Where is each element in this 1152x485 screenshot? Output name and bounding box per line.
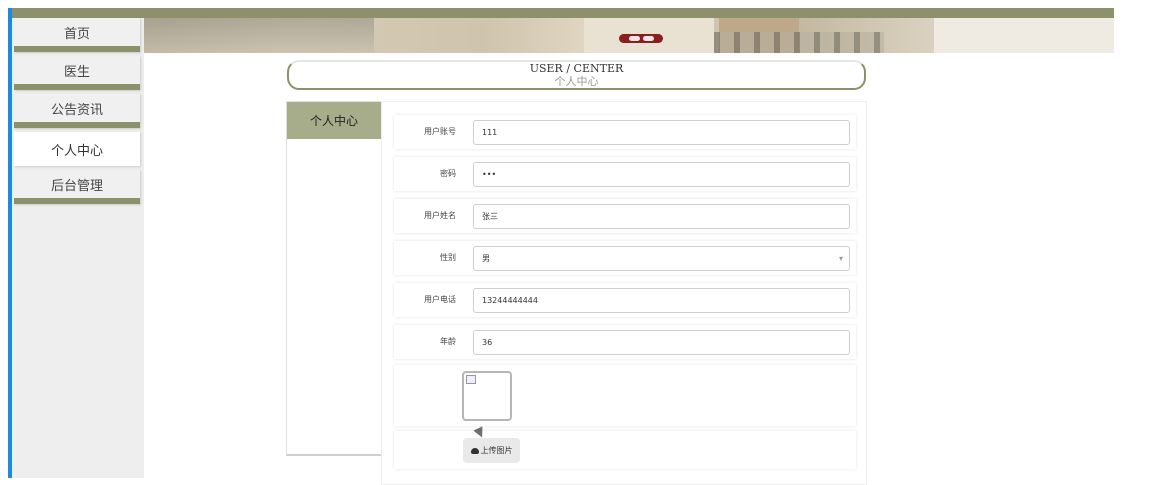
title-en: USER / CENTER: [529, 62, 624, 75]
carousel-dot[interactable]: [642, 36, 654, 41]
carousel-indicator[interactable]: [619, 34, 663, 43]
sidebar-item-label: 首页: [63, 26, 90, 42]
subnav-item-label: 个人中心: [309, 114, 358, 128]
sidebar-item-personal-center[interactable]: 个人中心: [14, 132, 140, 166]
form-row-age: 年龄 36: [394, 325, 856, 359]
sidebar-item-label: 公告资讯: [50, 102, 103, 118]
sidebar-item-home[interactable]: 首页: [14, 18, 140, 52]
top-strip: [8, 0, 1114, 8]
field-label: 用户账号: [424, 127, 456, 136]
form-row-name: 用户姓名 张三: [394, 199, 856, 233]
banner-chairs: [714, 32, 884, 53]
upload-image-button[interactable]: 上传图片: [463, 438, 520, 463]
upload-button-label: 上传图片: [480, 446, 513, 455]
gender-select[interactable]: 男 ▾: [473, 246, 850, 271]
sub-navigation: 个人中心: [286, 101, 382, 456]
form-row-phone: 用户电话 13244444444: [394, 283, 856, 317]
form-row-gender: 性别 男 ▾: [394, 241, 856, 275]
form-row-password: 密码 •••: [394, 157, 856, 191]
phone-input[interactable]: 13244444444: [473, 288, 850, 313]
sidebar-item-doctor[interactable]: 医生: [14, 56, 140, 90]
banner-right-wall: [934, 18, 1114, 53]
banner-shade: [144, 18, 374, 53]
sidebar: 首页 医生 公告资讯 个人中心 后台管理: [12, 18, 144, 478]
sidebar-item-label: 个人中心: [50, 143, 103, 159]
password-input[interactable]: •••: [473, 162, 850, 187]
cloud-upload-icon: [470, 447, 479, 454]
page: 首页 医生 公告资讯 个人中心 后台管理 USER / CENTER 个人中心 …: [0, 0, 1152, 485]
form-row-avatar: [394, 365, 856, 426]
gender-select-value: 男: [482, 254, 490, 263]
title-cn: 个人中心: [554, 75, 599, 88]
sidebar-item-news[interactable]: 公告资讯: [14, 94, 140, 128]
name-input[interactable]: 张三: [473, 204, 850, 229]
age-input[interactable]: 36: [473, 330, 850, 355]
field-label: 密码: [440, 169, 456, 178]
sidebar-item-label: 后台管理: [50, 178, 103, 194]
avatar-image-preview[interactable]: [462, 371, 512, 421]
subnav-item-personal-center[interactable]: 个人中心: [287, 102, 381, 139]
sidebar-item-admin[interactable]: 后台管理: [14, 170, 140, 204]
field-label: 性别: [440, 253, 456, 262]
profile-form: 用户账号 111 密码 ••• 用户姓名 张三 性别 男 ▾ 用户电话 1324…: [381, 101, 867, 485]
field-label: 用户电话: [424, 295, 456, 304]
form-row-upload: 上传图片: [394, 431, 856, 469]
chevron-down-icon: ▾: [838, 254, 843, 263]
field-label: 年龄: [440, 337, 456, 346]
account-input[interactable]: 111: [473, 120, 850, 145]
section-title-box: USER / CENTER 个人中心: [287, 60, 866, 90]
carousel-dot[interactable]: [628, 36, 640, 41]
top-bar: [8, 8, 1114, 18]
field-label: 用户姓名: [424, 211, 456, 220]
sidebar-item-label: 医生: [63, 64, 90, 80]
form-row-account: 用户账号 111: [394, 115, 856, 149]
broken-image-icon: [466, 375, 476, 384]
